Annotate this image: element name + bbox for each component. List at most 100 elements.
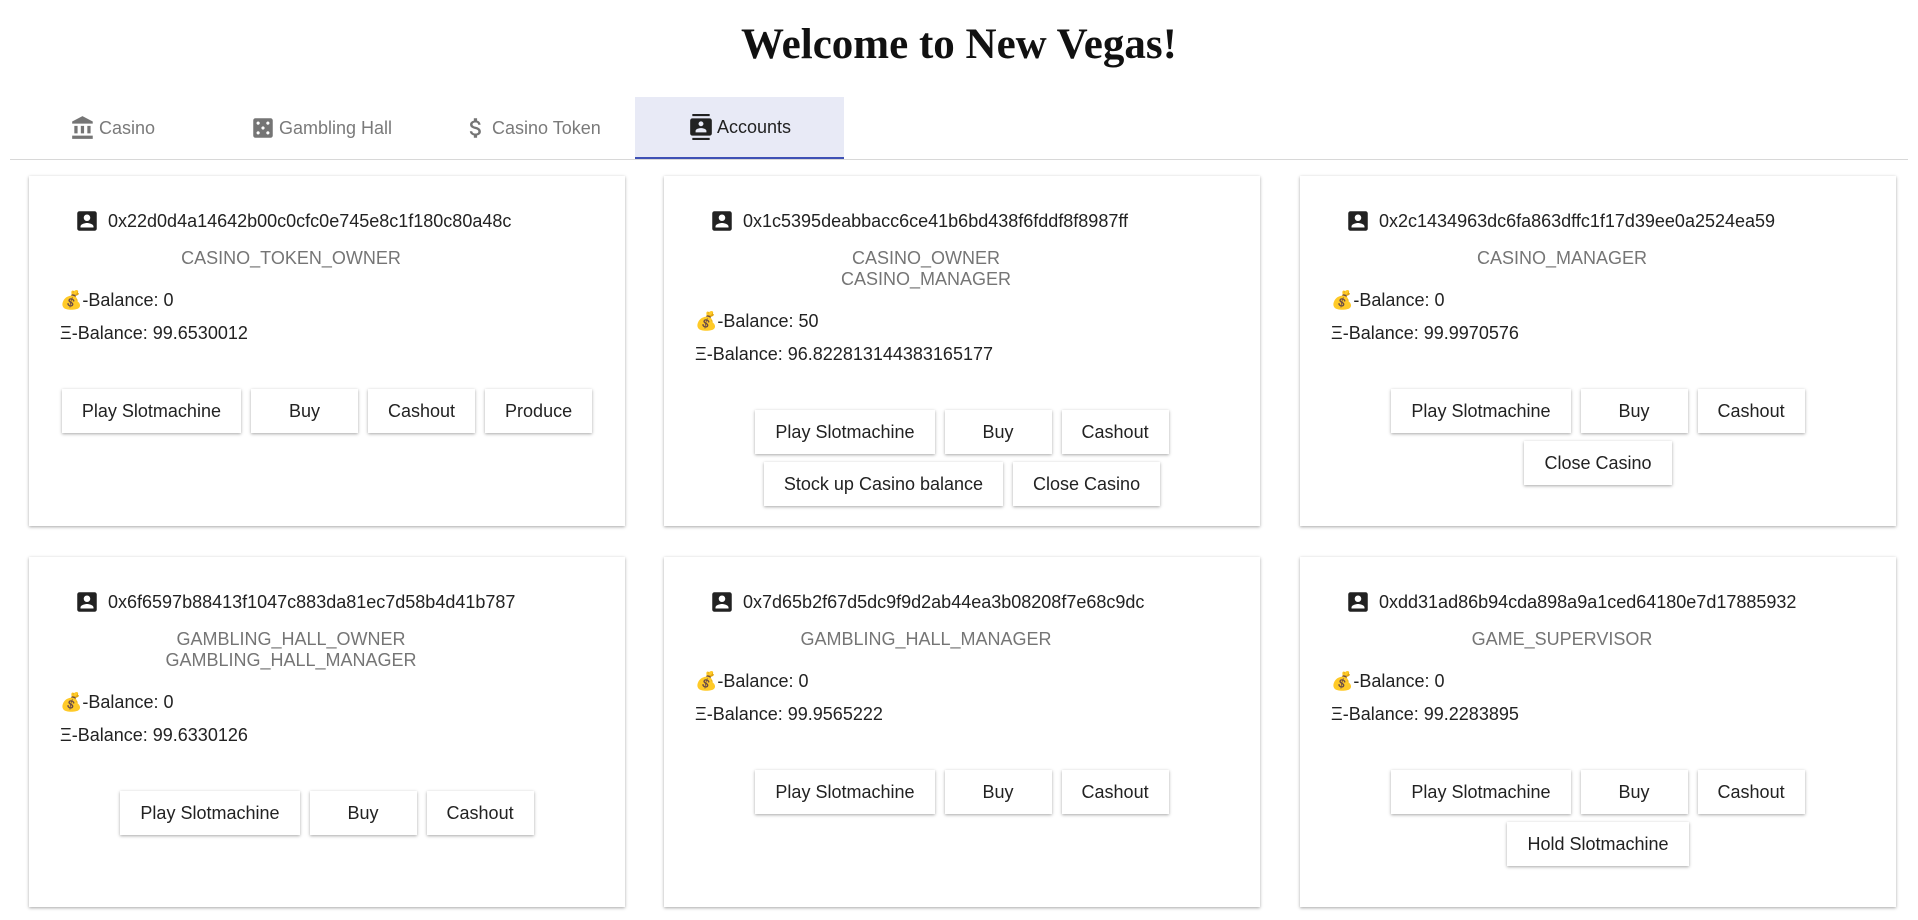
buy-button[interactable]: Buy <box>944 410 1052 454</box>
tab-label: Gambling Hall <box>279 117 393 138</box>
eth-balance-value: 96.822813144383165177 <box>787 344 993 364</box>
cashout-button[interactable]: Cashout <box>1061 770 1169 814</box>
token-balance-label: -Balance: <box>717 311 794 331</box>
tab-casino[interactable]: Casino <box>70 97 155 159</box>
token-balance-value: 50 <box>798 311 819 331</box>
eth-balance-value: 99.2283895 <box>1423 704 1519 724</box>
token-balance-label: -Balance: <box>1353 671 1430 691</box>
money-bag-icon: 💰 <box>60 290 83 310</box>
button-row: Play Slotmachine Buy Cashout <box>664 770 1260 814</box>
tab-label: Casino <box>99 117 156 138</box>
token-balance-value: 0 <box>163 692 174 712</box>
tab-accounts[interactable]: Accounts <box>635 97 844 159</box>
play-slotmachine-button[interactable]: Play Slotmachine <box>755 410 935 454</box>
token-balance-value: 0 <box>798 671 809 691</box>
address-text: 0x2c1434963dc6fa863dffc1f17d39ee0a2524ea… <box>1379 210 1776 231</box>
eth-balance-value: 99.9970576 <box>1423 323 1519 343</box>
address-text: 0x22d0d4a14642b00c0cfc0e745e8c1f180c80a4… <box>108 210 512 231</box>
eth-balance-value: 99.6330126 <box>152 725 248 745</box>
role-label: GAME_SUPERVISOR <box>1471 629 1653 649</box>
account-address: 0xdd31ad86b94cda898a9a1ced64180e7d178859… <box>1345 589 1796 615</box>
account-box-icon <box>1345 589 1371 615</box>
role-label: GAMBLING_HALL_MANAGER <box>165 650 417 670</box>
token-balance-value: 0 <box>1434 671 1445 691</box>
role-label: CASINO_TOKEN_OWNER <box>181 248 401 268</box>
cashout-button[interactable]: Cashout <box>368 389 476 433</box>
close-casino-button[interactable]: Close Casino <box>1013 462 1161 506</box>
token-balance-value: 0 <box>163 290 174 310</box>
money-bag-icon: 💰 <box>60 692 83 712</box>
eth-balance-label: Ξ-Balance: <box>695 344 783 364</box>
account-box-icon <box>74 208 100 234</box>
token-balance: 💰-Balance: 0 <box>1331 671 1445 692</box>
account-card: 0x22d0d4a14642b00c0cfc0e745e8c1f180c80a4… <box>29 176 625 526</box>
role-list: GAMBLING_HALL_MANAGER <box>628 629 1224 650</box>
account-card: 0x7d65b2f67d5dc9f9d2ab44ea3b08208f7e68c9… <box>664 557 1260 907</box>
token-balance: 💰-Balance: 50 <box>695 311 819 332</box>
account-address: 0x1c5395deabbacc6ce41b6bd438f6fddf8f8987… <box>709 208 1128 234</box>
account-box-icon <box>709 208 735 234</box>
buy-button[interactable]: Buy <box>250 389 358 433</box>
tab-gambling-hall[interactable]: Gambling Hall <box>250 97 392 159</box>
cashout-button[interactable]: Cashout <box>1697 389 1805 433</box>
token-balance-label: -Balance: <box>82 290 159 310</box>
tab-bar: Casino Gambling Hall Casino Token Accoun… <box>10 97 1908 160</box>
play-slotmachine-button[interactable]: Play Slotmachine <box>1391 770 1571 814</box>
tab-casino-token[interactable]: Casino Token <box>463 97 601 159</box>
button-row: Play Slotmachine Buy Cashout <box>664 410 1260 454</box>
button-row: Play Slotmachine Buy Cashout <box>29 791 625 835</box>
token-balance: 💰-Balance: 0 <box>695 671 809 692</box>
play-slotmachine-button[interactable]: Play Slotmachine <box>1391 389 1571 433</box>
buy-button[interactable]: Buy <box>1580 389 1688 433</box>
buy-button[interactable]: Buy <box>309 791 417 835</box>
hold-slotmachine-button[interactable]: Hold Slotmachine <box>1507 822 1689 866</box>
contacts-icon <box>688 111 714 143</box>
token-balance-label: -Balance: <box>717 671 794 691</box>
button-row: Play Slotmachine Buy Cashout <box>1300 770 1896 814</box>
role-list: GAMBLING_HALL_OWNER GAMBLING_HALL_MANAGE… <box>0 629 589 671</box>
buy-button[interactable]: Buy <box>944 770 1052 814</box>
eth-balance-value: 99.9565222 <box>787 704 883 724</box>
role-label: CASINO_OWNER <box>851 248 1001 268</box>
close-casino-button[interactable]: Close Casino <box>1524 441 1672 485</box>
account-card: 0xdd31ad86b94cda898a9a1ced64180e7d178859… <box>1300 557 1896 907</box>
button-row: Close Casino <box>1300 441 1896 485</box>
token-balance: 💰-Balance: 0 <box>60 692 174 713</box>
dollar-icon <box>463 115 489 141</box>
button-row: Hold Slotmachine <box>1300 822 1896 866</box>
eth-balance-label: Ξ-Balance: <box>695 704 783 724</box>
eth-balance-label: Ξ-Balance: <box>60 725 148 745</box>
role-label: CASINO_MANAGER <box>1476 248 1648 268</box>
money-bag-icon: 💰 <box>695 311 718 331</box>
cashout-button[interactable]: Cashout <box>426 791 534 835</box>
play-slotmachine-button[interactable]: Play Slotmachine <box>755 770 935 814</box>
address-text: 0x7d65b2f67d5dc9f9d2ab44ea3b08208f7e68c9… <box>743 591 1145 612</box>
role-list: CASINO_MANAGER <box>1264 248 1860 269</box>
cashout-button[interactable]: Cashout <box>1697 770 1805 814</box>
play-slotmachine-button[interactable]: Play Slotmachine <box>61 389 241 433</box>
token-balance: 💰-Balance: 0 <box>60 290 174 311</box>
account-address: 0x22d0d4a14642b00c0cfc0e745e8c1f180c80a4… <box>74 208 511 234</box>
account-card: 0x6f6597b88413f1047c883da81ec7d58b4d41b7… <box>29 557 625 907</box>
buy-button[interactable]: Buy <box>1580 770 1688 814</box>
eth-balance: Ξ-Balance: 96.822813144383165177 <box>695 344 993 365</box>
eth-balance: Ξ-Balance: 99.6330126 <box>60 725 248 746</box>
bank-icon <box>70 115 96 141</box>
money-bag-icon: 💰 <box>1331 671 1354 691</box>
eth-balance: Ξ-Balance: 99.9970576 <box>1331 323 1519 344</box>
address-text: 0xdd31ad86b94cda898a9a1ced64180e7d178859… <box>1379 591 1797 612</box>
account-address: 0x7d65b2f67d5dc9f9d2ab44ea3b08208f7e68c9… <box>709 589 1144 615</box>
token-balance-label: -Balance: <box>82 692 159 712</box>
play-slotmachine-button[interactable]: Play Slotmachine <box>120 791 300 835</box>
cashout-button[interactable]: Cashout <box>1061 410 1169 454</box>
token-balance: 💰-Balance: 0 <box>1331 290 1445 311</box>
eth-balance: Ξ-Balance: 99.6530012 <box>60 323 248 344</box>
account-box-icon <box>74 589 100 615</box>
dice-icon <box>250 115 276 141</box>
produce-button[interactable]: Produce <box>485 389 593 433</box>
role-list: CASINO_TOKEN_OWNER <box>0 248 589 269</box>
role-label: GAMBLING_HALL_OWNER <box>176 629 406 649</box>
button-row: Play Slotmachine Buy Cashout Produce <box>29 389 625 433</box>
stock-up-casino-balance-button[interactable]: Stock up Casino balance <box>763 462 1004 506</box>
account-address: 0x6f6597b88413f1047c883da81ec7d58b4d41b7… <box>74 589 515 615</box>
